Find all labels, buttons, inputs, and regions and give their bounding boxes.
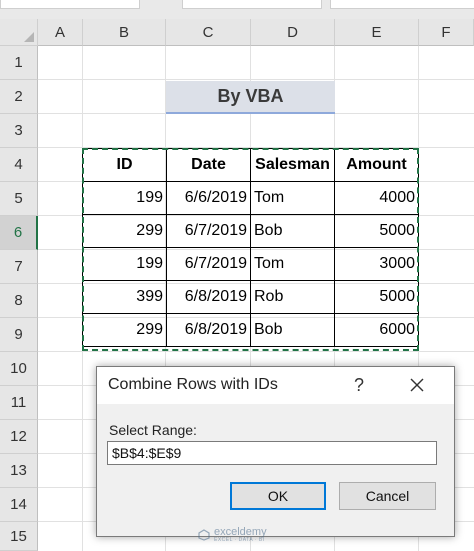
select-range-label: Select Range: xyxy=(109,422,197,438)
cell-date[interactable]: 6/7/2019 xyxy=(166,247,251,281)
cell-id[interactable]: 299 xyxy=(82,214,167,248)
row-header-10[interactable]: 10 xyxy=(0,352,38,386)
table-row: 299 6/7/2019 Bob 5000 xyxy=(82,214,419,248)
ok-button[interactable]: OK xyxy=(230,482,326,510)
cell-amount[interactable]: 5000 xyxy=(334,280,419,314)
exceldemy-logo-icon xyxy=(198,529,210,541)
column-header-c[interactable]: C xyxy=(166,19,251,46)
watermark: exceldemy EXCEL · DATA · BI xyxy=(198,527,267,543)
cell-salesman[interactable]: Bob xyxy=(250,313,335,347)
cell-salesman[interactable]: Rob xyxy=(250,280,335,314)
row-header-14[interactable]: 14 xyxy=(0,488,38,522)
cell-salesman[interactable]: Bob xyxy=(250,214,335,248)
watermark-tagline: EXCEL · DATA · BI xyxy=(214,537,265,543)
column-header-f[interactable]: F xyxy=(419,19,474,46)
cell-salesman[interactable]: Tom xyxy=(250,247,335,281)
cell-amount[interactable]: 5000 xyxy=(334,214,419,248)
header-cell-id[interactable]: ID xyxy=(82,148,167,182)
formula-bar-strip xyxy=(0,0,474,19)
cell-salesman[interactable]: Tom xyxy=(250,181,335,215)
row-header-3[interactable]: 3 xyxy=(0,114,38,148)
name-box[interactable] xyxy=(0,0,140,9)
table-row: 299 6/8/2019 Bob 6000 xyxy=(82,313,419,347)
cell-id[interactable]: 299 xyxy=(82,313,167,347)
column-header-b[interactable]: B xyxy=(83,19,166,46)
cell-date[interactable]: 6/8/2019 xyxy=(166,280,251,314)
row-header-1[interactable]: 1 xyxy=(0,46,38,80)
row-header-6[interactable]: 6 xyxy=(0,216,38,250)
cell-amount[interactable]: 3000 xyxy=(334,247,419,281)
help-question-icon[interactable]: ? xyxy=(348,372,370,398)
header-cell-date[interactable]: Date xyxy=(166,148,251,182)
select-all-triangle-icon xyxy=(24,32,34,42)
dialog-title-bar[interactable]: Combine Rows with IDs ? xyxy=(97,367,454,404)
cell-id[interactable]: 199 xyxy=(82,247,167,281)
header-cell-salesman[interactable]: Salesman xyxy=(250,148,335,182)
column-header-a[interactable]: A xyxy=(38,19,83,46)
row-header-2[interactable]: 2 xyxy=(0,80,38,114)
row-header-7[interactable]: 7 xyxy=(0,250,38,284)
table-header-row: ID Date Salesman Amount xyxy=(82,148,419,182)
dialog-title: Combine Rows with IDs xyxy=(108,376,278,393)
formula-box-left[interactable] xyxy=(182,0,322,9)
row-header-15[interactable]: 15 xyxy=(0,522,38,551)
row-header-5[interactable]: 5 xyxy=(0,182,38,216)
row-header-11[interactable]: 11 xyxy=(0,386,38,420)
cell-amount[interactable]: 6000 xyxy=(334,313,419,347)
combine-rows-dialog: Combine Rows with IDs ? Select Range: OK… xyxy=(96,366,455,537)
cancel-button[interactable]: Cancel xyxy=(339,482,436,510)
row-header-9[interactable]: 9 xyxy=(0,318,38,352)
row-header-4[interactable]: 4 xyxy=(0,148,38,182)
select-all-corner[interactable] xyxy=(0,19,38,46)
table-row: 199 6/7/2019 Tom 3000 xyxy=(82,247,419,281)
gridline xyxy=(38,351,474,352)
row-header-13[interactable]: 13 xyxy=(0,454,38,488)
data-table: ID Date Salesman Amount 199 6/6/2019 Tom… xyxy=(82,148,419,347)
cell-date[interactable]: 6/6/2019 xyxy=(166,181,251,215)
close-x-icon[interactable] xyxy=(403,371,431,399)
table-row: 399 6/8/2019 Rob 5000 xyxy=(82,280,419,314)
gridline xyxy=(38,79,474,80)
formula-box-right[interactable] xyxy=(330,0,474,9)
table-row: 199 6/6/2019 Tom 4000 xyxy=(82,181,419,215)
title-cell[interactable]: By VBA xyxy=(166,81,335,114)
worksheet: A B C D E F 1 2 3 4 5 6 7 8 9 10 11 12 1… xyxy=(0,19,474,551)
row-header-12[interactable]: 12 xyxy=(0,420,38,454)
column-header-e[interactable]: E xyxy=(335,19,419,46)
cell-date[interactable]: 6/8/2019 xyxy=(166,313,251,347)
cell-id[interactable]: 399 xyxy=(82,280,167,314)
cell-date[interactable]: 6/7/2019 xyxy=(166,214,251,248)
header-cell-amount[interactable]: Amount xyxy=(334,148,419,182)
cell-id[interactable]: 199 xyxy=(82,181,167,215)
row-header-8[interactable]: 8 xyxy=(0,284,38,318)
column-header-d[interactable]: D xyxy=(251,19,335,46)
select-range-input[interactable] xyxy=(107,441,437,465)
cell-amount[interactable]: 4000 xyxy=(334,181,419,215)
